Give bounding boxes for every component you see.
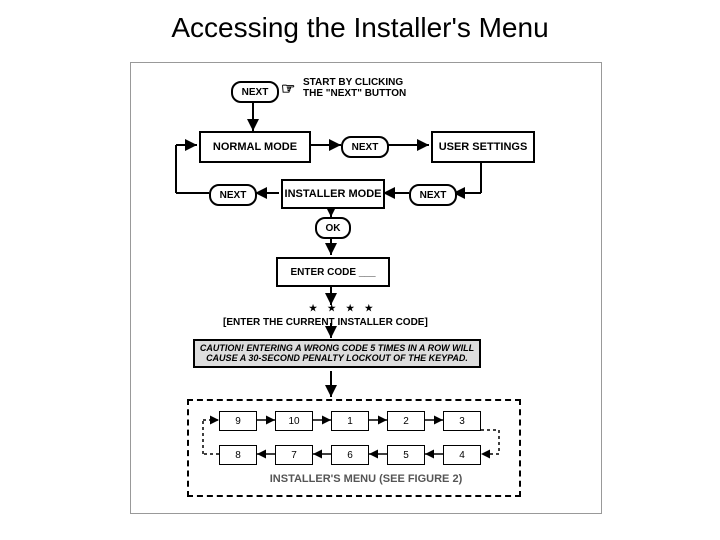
menu-cell-2: 2 (387, 411, 425, 431)
menu-cell-9: 9 (219, 411, 257, 431)
ok-pill: OK (315, 217, 351, 239)
menu-cell-4: 4 (443, 445, 481, 465)
menu-cell-8: 8 (219, 445, 257, 465)
start-line1: START BY CLICKING (303, 77, 403, 88)
installer-menu-caption: INSTALLER'S MENU (SEE FIGURE 2) (131, 473, 601, 485)
flowchart-canvas: NEXT ☞ START BY CLICKING THE "NEXT" BUTT… (130, 62, 602, 514)
menu-cell-7: 7 (275, 445, 313, 465)
node-installer-mode: INSTALLER MODE (281, 179, 385, 209)
node-user-settings: USER SETTINGS (431, 131, 535, 163)
next-pill-left: NEXT (209, 184, 257, 206)
next-pill-1: NEXT (341, 136, 389, 158)
menu-cell-3: 3 (443, 411, 481, 431)
node-normal-mode: NORMAL MODE (199, 131, 311, 163)
menu-cell-5: 5 (387, 445, 425, 465)
menu-cell-10: 10 (275, 411, 313, 431)
node-enter-code: ENTER CODE ___ (276, 257, 390, 287)
menu-cell-6: 6 (331, 445, 369, 465)
menu-cell-1: 1 (331, 411, 369, 431)
enter-code-label: [ENTER THE CURRENT INSTALLER CODE] (223, 317, 428, 328)
code-stars: ★ ★ ★ ★ (309, 303, 377, 314)
start-instruction: START BY CLICKING THE "NEXT" BUTTON (303, 77, 433, 99)
pointing-hand-icon: ☞ (281, 79, 295, 99)
start-next-pill: NEXT (231, 81, 279, 103)
next-pill-right: NEXT (409, 184, 457, 206)
page-title: Accessing the Installer's Menu (0, 0, 720, 44)
caution-banner: CAUTION! ENTERING A WRONG CODE 5 TIMES I… (193, 339, 481, 368)
start-line2: THE "NEXT" BUTTON (303, 88, 406, 99)
